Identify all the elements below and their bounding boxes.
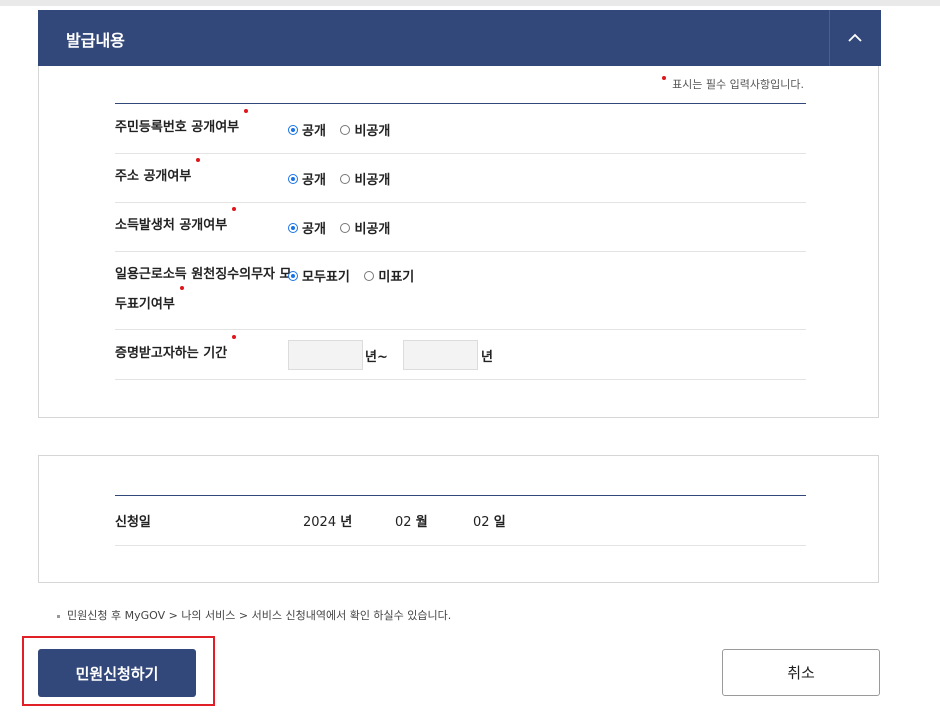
chevron-up-icon — [848, 33, 862, 42]
radio-hide[interactable]: 미표기 — [364, 266, 414, 285]
row-divider — [115, 545, 806, 546]
notice-text: 민원신청 후 MyGOV > 나의 서비스 > 서비스 신청내역에서 확인 하실… — [57, 607, 451, 623]
radio-public[interactable]: 공개 — [288, 120, 326, 139]
income-source-radio-group: 공개 비공개 — [288, 218, 400, 237]
required-note: 표시는 필수 입력사항입니다. — [662, 76, 804, 92]
resident-number-label: 주민등록번호 공개여부 — [115, 109, 249, 143]
form-top-border — [115, 495, 806, 496]
application-day: 02 일 — [473, 515, 506, 530]
form-top-border — [115, 103, 806, 104]
required-marker-icon — [232, 335, 237, 339]
period-to-unit: 년 — [481, 350, 493, 365]
period-label: 증명받고자하는 기간 — [115, 335, 237, 369]
period-to-year-input[interactable] — [403, 340, 478, 370]
bullet-icon — [57, 614, 60, 618]
period-from-year-input[interactable] — [288, 340, 363, 370]
application-month: 02 월 — [395, 515, 428, 530]
daily-worker-label: 일용근로소득 원천징수의무자 모 두표기여부 — [115, 267, 292, 312]
required-marker-icon — [232, 207, 237, 211]
required-marker-icon — [244, 109, 249, 113]
top-divider — [0, 0, 940, 6]
radio-public[interactable]: 공개 — [288, 169, 326, 188]
application-date-panel: 신청일 2024 년 02 월 02 일 — [38, 455, 879, 583]
resident-number-radio-group: 공개 비공개 — [288, 120, 400, 139]
issue-details-panel: 발급내용 표시는 필수 입력사항입니다. 주민등록번호 공개여부 공개 비공개 … — [38, 10, 881, 418]
address-radio-group: 공개 비공개 — [288, 169, 400, 188]
radio-private[interactable]: 비공개 — [340, 218, 390, 237]
application-date-label: 신청일 — [115, 515, 151, 530]
panel-header: 발급내용 — [38, 10, 881, 66]
income-source-label: 소득발생처 공개여부 — [115, 207, 237, 241]
row-divider — [115, 251, 806, 252]
required-marker-icon — [196, 158, 201, 162]
collapse-button[interactable] — [829, 10, 881, 66]
radio-private[interactable]: 비공개 — [340, 120, 390, 139]
application-year: 2024 년 — [303, 515, 353, 530]
address-label: 주소 공개여부 — [115, 158, 201, 192]
required-marker-icon — [662, 76, 667, 80]
panel-title: 발급내용 — [66, 31, 125, 50]
submit-application-button[interactable]: 민원신청하기 — [38, 649, 196, 697]
row-divider — [115, 153, 806, 154]
row-divider — [115, 379, 806, 380]
row-divider — [115, 329, 806, 330]
radio-private[interactable]: 비공개 — [340, 169, 390, 188]
radio-public[interactable]: 공개 — [288, 218, 326, 237]
cancel-button[interactable]: 취소 — [722, 649, 880, 696]
daily-worker-radio-group: 모두표기 미표기 — [288, 266, 424, 285]
period-from-unit: 년~ — [365, 350, 388, 365]
row-divider — [115, 202, 806, 203]
radio-show-all[interactable]: 모두표기 — [288, 266, 350, 285]
required-marker-icon — [179, 286, 184, 290]
